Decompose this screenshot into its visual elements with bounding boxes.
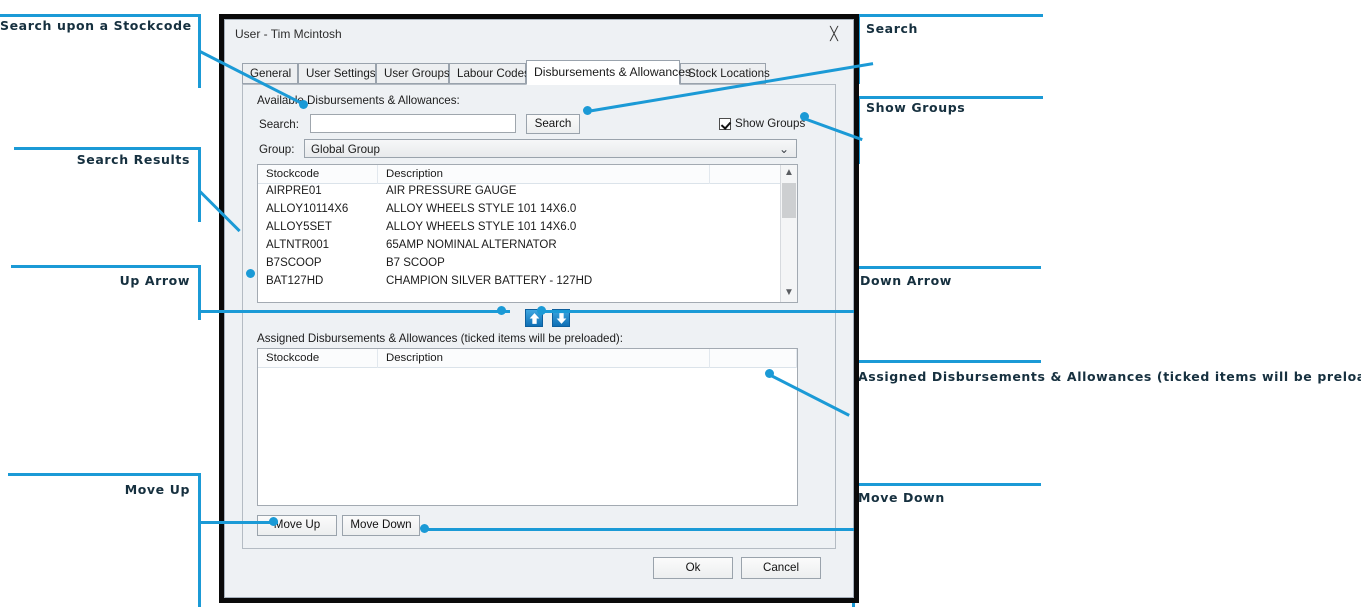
leader-line-up-arrow	[200, 310, 510, 313]
available-grid-rows: AIRPRE01 AIR PRESSURE GAUGE ALLOY10114X6…	[258, 184, 797, 302]
move-down-button[interactable]: Move Down	[342, 515, 420, 536]
window-title: User - Tim Mcintosh	[235, 27, 342, 41]
annotation-vert-left-2	[198, 147, 201, 222]
leader-dot-show-groups	[800, 112, 809, 121]
leader-dot-up-arrow	[497, 306, 506, 315]
annotation-rule-right-4	[852, 360, 1041, 363]
cell-description: ALLOY WHEELS STYLE 101 14X6.0	[386, 203, 577, 215]
annotation-rule-right-5	[852, 483, 1041, 486]
chevron-down-icon[interactable]: ▼	[781, 285, 797, 302]
annotation-rule-right-3	[852, 266, 1041, 269]
assigned-section-label: Assigned Disbursements & Allowances (tic…	[257, 332, 624, 345]
assigned-grid-rows	[258, 368, 797, 505]
checkbox-box-icon	[719, 118, 731, 130]
cancel-button[interactable]: Cancel	[741, 557, 821, 579]
annotation-label-search: Search	[866, 21, 918, 36]
cell-stockcode: ALLOY10114X6	[266, 203, 349, 215]
annotation-label-move-down: Move Down	[858, 490, 945, 505]
available-grid-header: Stockcode Description	[258, 165, 797, 184]
annotation-rule-left-4	[8, 473, 200, 476]
arrow-down-icon	[556, 313, 567, 324]
leader-dot-move-up	[269, 517, 278, 526]
dialog-footer: Ok Cancel	[242, 551, 836, 585]
assigned-grid: Stockcode Description	[257, 348, 798, 506]
annotation-rule-left-1	[0, 14, 200, 17]
assigned-grid-header: Stockcode Description	[258, 349, 797, 368]
group-select-value: Global Group	[311, 143, 380, 156]
annotation-label-move-up: Move Up	[124, 482, 190, 497]
table-row[interactable]: ALLOY10114X6 ALLOY WHEELS STYLE 101 14X6…	[258, 202, 797, 220]
search-label: Search:	[259, 118, 299, 131]
dialog-body: General User Settings User Groups Labour…	[238, 50, 840, 589]
cell-stockcode: ALLOY5SET	[266, 221, 332, 233]
tab-labour-codes[interactable]: Labour Codes	[449, 63, 530, 84]
table-row[interactable]: BAT127HD CHAMPION SILVER BATTERY - 127HD	[258, 274, 797, 292]
cell-description: ALLOY WHEELS STYLE 101 14X6.0	[386, 221, 577, 233]
cell-description: CHAMPION SILVER BATTERY - 127HD	[386, 275, 593, 287]
window-titlebar: User - Tim Mcintosh ╳	[225, 20, 853, 50]
ok-button[interactable]: Ok	[653, 557, 733, 579]
assigned-col-description[interactable]: Description	[378, 349, 710, 368]
cell-stockcode: B7SCOOP	[266, 257, 322, 269]
annotation-label-down-arrow: Down Arrow	[860, 273, 952, 288]
leader-line-move-up	[200, 521, 278, 524]
show-groups-label: Show Groups	[735, 117, 806, 130]
scrollbar-thumb[interactable]	[782, 183, 796, 218]
available-scrollbar[interactable]: ▲ ▼	[780, 165, 797, 302]
annotation-label-search-results: Search Results	[76, 152, 190, 167]
chevron-down-icon: ⌄	[778, 142, 789, 156]
leader-dot-assigned	[765, 369, 774, 378]
tab-general[interactable]: General	[242, 63, 298, 84]
tab-disbursements-allowances[interactable]: Disbursements & Allowances	[526, 60, 691, 85]
leader-dot-search-results	[246, 269, 255, 278]
cell-description: AIR PRESSURE GAUGE	[386, 185, 517, 197]
tab-stock-locations[interactable]: Stock Locations	[680, 63, 770, 84]
chevron-up-icon[interactable]: ▲	[781, 165, 797, 182]
annotation-rule-right-1	[857, 14, 1043, 17]
leader-dot-move-down	[420, 524, 429, 533]
cell-stockcode: BAT127HD	[266, 275, 324, 287]
tab-strip: General User Settings User Groups Labour…	[242, 60, 836, 85]
cell-description: B7 SCOOP	[386, 257, 445, 269]
search-input[interactable]	[310, 114, 516, 133]
group-label: Group:	[259, 143, 295, 156]
cell-stockcode: ALTNTR001	[266, 239, 330, 251]
table-row[interactable]: ALTNTR001 65AMP NOMINAL ALTERNATOR	[258, 238, 797, 256]
tab-user-groups[interactable]: User Groups	[376, 63, 450, 84]
leader-line-down-arrow	[541, 310, 854, 313]
search-button[interactable]: Search	[526, 114, 580, 134]
annotation-label-assigned-disbursements: Assigned Disbursements & Allowances (tic…	[858, 369, 1361, 384]
available-col-description[interactable]: Description	[378, 165, 710, 184]
annotation-rule-left-3	[11, 265, 200, 268]
tab-user-settings[interactable]: User Settings	[298, 63, 376, 84]
cell-stockcode: AIRPRE01	[266, 185, 322, 197]
table-row[interactable]: AIRPRE01 AIR PRESSURE GAUGE	[258, 184, 797, 202]
annotation-rule-right-2	[857, 96, 1043, 99]
table-row[interactable]: ALLOY5SET ALLOY WHEELS STYLE 101 14X6.0	[258, 220, 797, 238]
screenshot-root: Search upon a Stockcode Search Results U…	[0, 0, 1361, 607]
group-select[interactable]: Global Group ⌄	[304, 139, 797, 158]
assigned-col-stockcode[interactable]: Stockcode	[258, 349, 378, 368]
available-grid: Stockcode Description AIRPRE01 AIR PRESS…	[257, 164, 798, 303]
available-col-stockcode[interactable]: Stockcode	[258, 165, 378, 184]
annotation-label-show-groups: Show Groups	[866, 100, 966, 115]
close-icon[interactable]: ╳	[824, 25, 844, 43]
available-col-blank[interactable]	[710, 165, 781, 184]
leader-line-move-down	[424, 528, 854, 531]
assigned-col-blank[interactable]	[710, 349, 797, 368]
leader-dot-search-upon-stockcode	[299, 100, 308, 109]
leader-dot-search	[583, 106, 592, 115]
tab-page-disbursements: Available Disbursements & Allowances: Se…	[242, 84, 836, 549]
annotation-label-up-arrow: Up Arrow	[119, 273, 190, 288]
cell-description: 65AMP NOMINAL ALTERNATOR	[386, 239, 557, 251]
annotation-label-search-upon-stockcode: Search upon a Stockcode	[0, 18, 192, 33]
annotation-vert-left-4	[198, 473, 201, 607]
leader-dot-down-arrow	[537, 306, 546, 315]
annotation-rule-left-2	[14, 147, 200, 150]
table-row[interactable]: B7SCOOP B7 SCOOP	[258, 256, 797, 274]
